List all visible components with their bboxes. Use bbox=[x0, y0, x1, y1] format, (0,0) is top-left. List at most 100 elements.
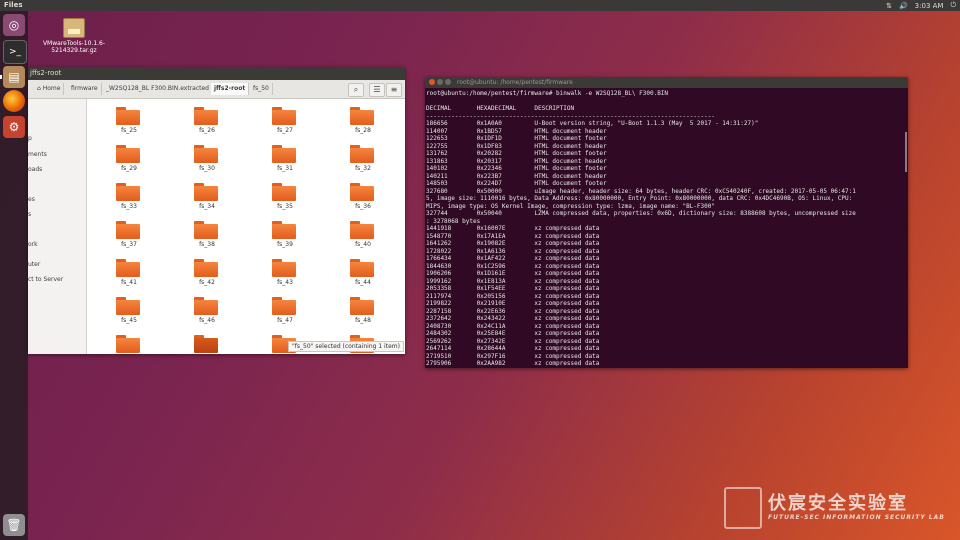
folder-item[interactable]: fs_48 bbox=[343, 295, 383, 331]
folder-label: fs_46 bbox=[199, 317, 215, 324]
terminal-line: 2287158 0x22E636 xz compressed data bbox=[426, 307, 600, 315]
terminal-output[interactable]: root@ubuntu:/home/pentest/firmware# binw… bbox=[426, 90, 906, 366]
folder-item[interactable]: fs_40 bbox=[343, 219, 383, 255]
folder-item[interactable]: fs_47 bbox=[265, 295, 305, 331]
breadcrumb-home[interactable]: ⌂ Home bbox=[34, 83, 65, 95]
folder-icon bbox=[116, 259, 140, 277]
folder-item[interactable]: fs_44 bbox=[343, 257, 383, 293]
clock[interactable]: 3:03 AM bbox=[915, 2, 944, 10]
folder-item[interactable]: fs_50 bbox=[187, 333, 227, 354]
volume-icon[interactable]: 🔊 bbox=[899, 2, 908, 10]
folder-icon bbox=[350, 107, 374, 125]
folder-icon bbox=[350, 259, 374, 277]
terminal-launcher-icon[interactable]: >_ bbox=[3, 40, 27, 64]
close-icon[interactable] bbox=[429, 79, 435, 85]
folder-item[interactable]: fs_45 bbox=[109, 295, 149, 331]
terminal-line: 2117974 0x205156 xz compressed data bbox=[426, 292, 600, 300]
sidebar-item-videos[interactable]: s bbox=[28, 211, 31, 218]
folder-icon bbox=[116, 221, 140, 239]
folder-label: fs_31 bbox=[277, 165, 293, 172]
folder-label: fs_32 bbox=[355, 165, 371, 172]
folder-item[interactable]: fs_43 bbox=[265, 257, 305, 293]
maximize-icon[interactable] bbox=[445, 79, 451, 85]
search-icon: ⌕ bbox=[353, 85, 359, 94]
folder-item[interactable]: fs_36 bbox=[343, 181, 383, 217]
folder-item[interactable]: fs_34 bbox=[187, 181, 227, 217]
files-launcher-icon[interactable]: ▤ bbox=[3, 66, 25, 88]
terminal-line: 327680 0x50000 uImage header, header siz… bbox=[426, 187, 856, 195]
folder-item[interactable]: fs_49 bbox=[109, 333, 149, 354]
terminal-titlebar[interactable]: root@ubuntu: /home/pentest/firmware bbox=[425, 77, 908, 88]
search-button[interactable]: ⌕ bbox=[348, 83, 364, 97]
firefox-launcher-icon[interactable] bbox=[3, 90, 25, 112]
terminal-line: 1641262 0x19082E xz compressed data bbox=[426, 240, 600, 247]
terminal-line: 131863 0x20317 HTML document header bbox=[426, 157, 607, 165]
folder-icon bbox=[272, 107, 296, 125]
folder-item[interactable]: fs_46 bbox=[187, 295, 227, 331]
folder-item[interactable]: fs_32 bbox=[343, 143, 383, 179]
folder-icon bbox=[194, 259, 218, 277]
breadcrumb-fs50[interactable]: fs_50 bbox=[250, 83, 273, 95]
folder-item[interactable]: fs_26 bbox=[187, 105, 227, 141]
sidebar-item-pictures[interactable]: es bbox=[28, 196, 35, 203]
terminal-scrollbar[interactable] bbox=[905, 132, 907, 172]
folder-item[interactable]: fs_25 bbox=[109, 105, 149, 141]
folder-item[interactable]: fs_42 bbox=[187, 257, 227, 293]
folder-item[interactable]: fs_41 bbox=[109, 257, 149, 293]
places-sidebar: p ments oads es s ork uter ct to Server bbox=[28, 99, 87, 354]
lab-logo-icon bbox=[724, 487, 762, 529]
folder-icon bbox=[272, 183, 296, 201]
sidebar-item-computer[interactable]: uter bbox=[28, 261, 40, 268]
power-icon[interactable]: ⏻ bbox=[950, 1, 956, 10]
terminal-line: 2408730 0x24C11A xz compressed data bbox=[426, 322, 600, 330]
sidebar-item-network[interactable]: ork bbox=[28, 241, 38, 248]
terminal-line: : 3278068 bytes bbox=[426, 217, 481, 225]
terminal-line: 148503 0x224D7 HTML document footer bbox=[426, 180, 607, 187]
window-controls bbox=[429, 79, 453, 87]
minimize-icon[interactable] bbox=[437, 79, 443, 85]
watermark-en: FUTURE-SEC INFORMATION SECURITY LAB bbox=[768, 514, 945, 521]
folder-label: fs_39 bbox=[277, 241, 293, 248]
terminal-line: 1844630 0x1C2596 xz compressed data bbox=[426, 262, 600, 270]
terminal-line: 2569262 0x27342E xz compressed data bbox=[426, 337, 600, 345]
folder-item[interactable]: fs_31 bbox=[265, 143, 305, 179]
trash-launcher-icon[interactable]: 🗑 bbox=[3, 514, 25, 536]
settings-launcher-icon[interactable]: ⚙ bbox=[3, 116, 25, 138]
folder-item[interactable]: fs_37 bbox=[109, 219, 149, 255]
folder-item[interactable]: fs_33 bbox=[109, 181, 149, 217]
list-view-button[interactable]: ☰ bbox=[369, 83, 385, 97]
terminal-line: 1766434 0x1AF422 xz compressed data bbox=[426, 255, 600, 262]
folder-item[interactable]: fs_28 bbox=[343, 105, 383, 141]
breadcrumb-extracted[interactable]: _W2SQ128_BL F300.BIN.extracted bbox=[103, 83, 213, 95]
sidebar-item-downloads[interactable]: oads bbox=[28, 166, 42, 173]
folder-icon bbox=[194, 335, 218, 353]
breadcrumb-jffs2-root[interactable]: jffs2-root bbox=[211, 83, 250, 95]
folder-item[interactable]: fs_39 bbox=[265, 219, 305, 255]
top-panel: Files ⇅ 🔊 3:03 AM ⏻ bbox=[0, 0, 960, 11]
folder-label: fs_45 bbox=[121, 317, 137, 324]
folder-icon bbox=[272, 221, 296, 239]
sidebar-item-documents[interactable]: ments bbox=[28, 151, 47, 158]
folder-label: fs_41 bbox=[121, 279, 137, 286]
folder-item[interactable]: fs_27 bbox=[265, 105, 305, 141]
folder-item[interactable]: fs_38 bbox=[187, 219, 227, 255]
active-app-title[interactable]: Files bbox=[4, 1, 23, 9]
file-manager-titlebar[interactable]: jffs2-root bbox=[28, 67, 405, 80]
desktop-file-vmwaretools[interactable]: VMwareTools-10.1.6-5214329.tar.gz bbox=[38, 18, 110, 54]
window-title: jffs2-root bbox=[30, 69, 62, 77]
terminal-line: 1999162 0x1E813A xz compressed data bbox=[426, 277, 600, 285]
network-icon[interactable]: ⇅ bbox=[886, 2, 892, 10]
terminal-line: 1728022 0x1A6136 xz compressed data bbox=[426, 247, 600, 255]
terminal-line: 2484302 0x25E84E xz compressed data bbox=[426, 330, 600, 337]
menu-button[interactable]: ≡ bbox=[386, 83, 402, 97]
folder-item[interactable]: fs_30 bbox=[187, 143, 227, 179]
sidebar-item-connect-to-server[interactable]: ct to Server bbox=[28, 276, 63, 283]
terminal-line: 5, image size: 1110016 bytes, Data Addre… bbox=[426, 195, 853, 202]
ubuntu-dash-icon[interactable]: ◎ bbox=[3, 14, 25, 36]
sidebar-item-desktop[interactable]: p bbox=[28, 135, 32, 142]
folder-item[interactable]: fs_29 bbox=[109, 143, 149, 179]
folder-item[interactable]: fs_35 bbox=[265, 181, 305, 217]
terminal-line: DECIMAL HEXADECIMAL DESCRIPTION bbox=[426, 105, 575, 112]
breadcrumb-firmware[interactable]: firmware bbox=[68, 83, 102, 95]
